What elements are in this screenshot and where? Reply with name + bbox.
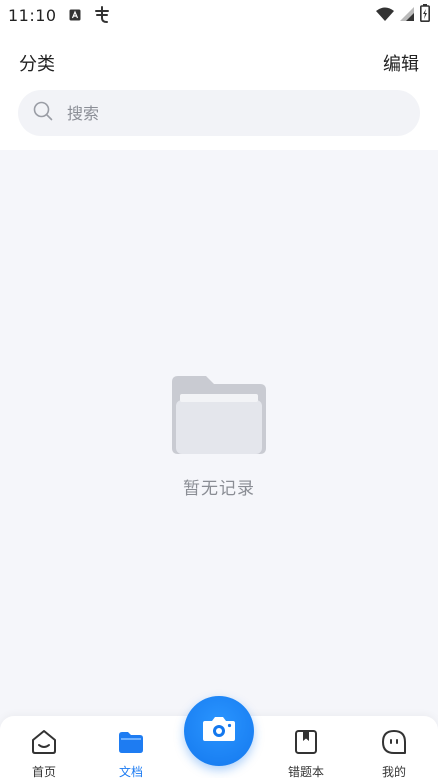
search-input[interactable] [67,103,367,123]
tab-profile[interactable]: 我的 [359,728,429,778]
camera-icon [202,715,236,747]
keyboard-a-icon [69,9,81,21]
empty-message: 暂无记录 [183,479,255,499]
edit-button[interactable]: 编辑 [383,50,419,76]
folder-icon [117,728,145,759]
empty-folder-icon [172,370,266,460]
wifi-icon [376,6,394,25]
category-button[interactable]: 分类 [19,50,55,76]
status-time: 11:10 [8,5,57,25]
tab-profile-label: 我的 [381,765,406,778]
tab-home-label: 首页 [31,765,56,778]
signal-icon [400,6,414,25]
tab-home[interactable]: 首页 [9,728,79,778]
header: 分类 编辑 [0,30,438,150]
search-icon [33,101,53,125]
tab-wrong-questions-label: 错题本 [287,765,324,778]
notification-app-icon [93,6,111,24]
tab-documents[interactable]: 文档 [96,728,166,778]
bookmark-book-icon [292,728,320,759]
status-bar: 11:10 [0,0,438,30]
status-icons [376,4,430,26]
tab-documents-label: 文档 [118,765,143,778]
camera-button[interactable] [184,696,254,766]
search-bar[interactable] [18,90,420,136]
home-face-icon [30,728,58,759]
empty-state: 暂无记录 [0,370,438,499]
battery-icon [420,4,430,26]
profile-face-icon [380,728,408,759]
tab-wrong-questions[interactable]: 错题本 [271,728,341,778]
